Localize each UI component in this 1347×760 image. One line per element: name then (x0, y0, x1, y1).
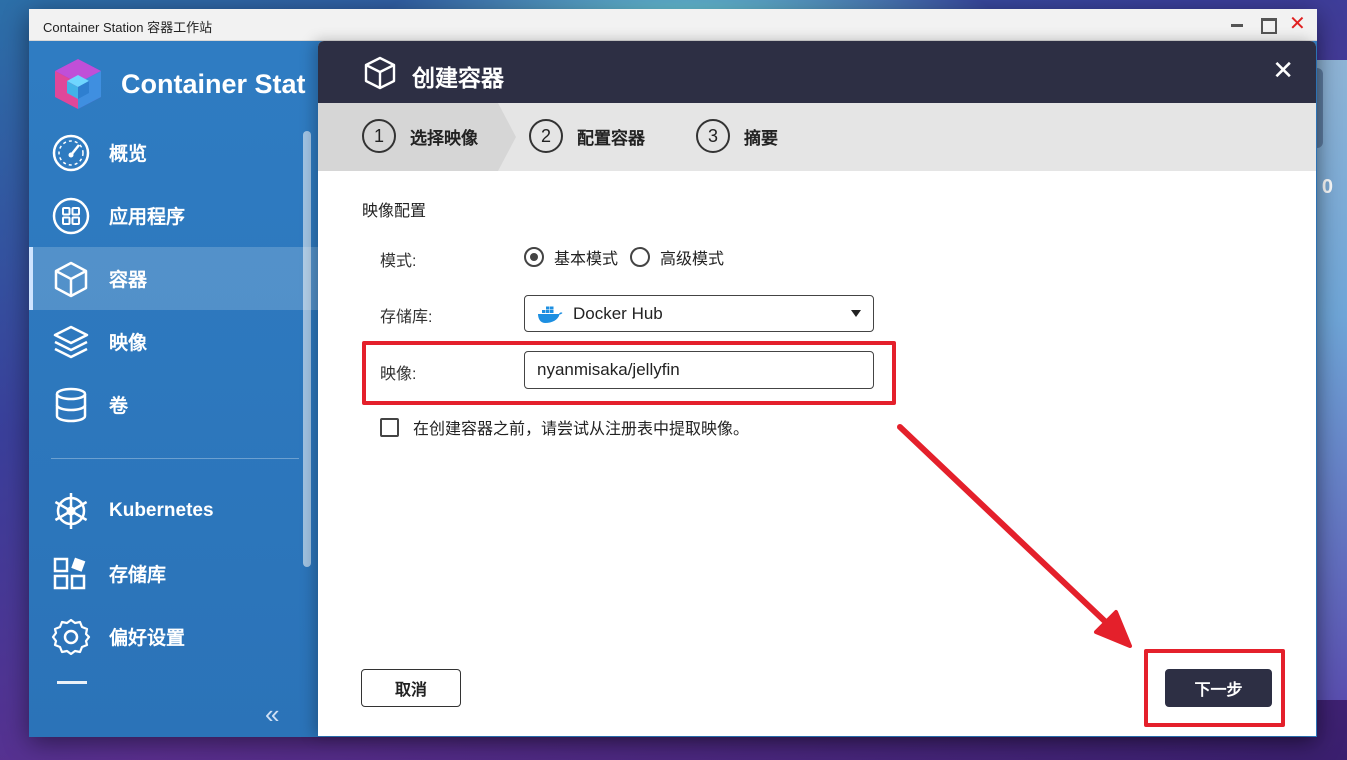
window-titlebar[interactable]: Container Station 容器工作站 ✕ (29, 9, 1317, 41)
pull-image-checkbox-row: 在创建容器之前，请尝试从注册表中提取映像。 (380, 415, 749, 439)
collapse-sidebar-icon[interactable]: « (265, 699, 279, 730)
dialog-title: 创建容器 (412, 65, 504, 91)
sidebar-nav: 概览 应用程序 容器 映像 卷 Kubernetes 存储库 偏好设置 (29, 121, 319, 668)
step-summary: 3 摘要 (696, 119, 778, 153)
section-title: 映像配置 (362, 203, 427, 220)
registry-value: Docker Hub (573, 303, 663, 323)
sidebar-item-kubernetes[interactable]: Kubernetes (29, 479, 319, 542)
step-number: 2 (529, 119, 563, 153)
sidebar: Container Stat 概览 应用程序 容器 映像 卷 Kubernete… (29, 41, 319, 737)
sidebar-item-registry[interactable]: 存储库 (29, 542, 319, 605)
sidebar-divider (51, 458, 299, 459)
cancel-button[interactable]: 取消 (361, 669, 461, 707)
image-field-highlight (362, 341, 896, 405)
window-controls: ✕ (1229, 14, 1306, 34)
maximize-icon[interactable] (1259, 16, 1277, 34)
sidebar-item-overview[interactable]: 概览 (29, 121, 319, 184)
step-label: 摘要 (744, 128, 778, 148)
sidebar-item-label: 偏好设置 (109, 628, 186, 649)
next-button-highlight (1144, 649, 1285, 727)
apps-grid-icon (52, 197, 90, 234)
registry-select[interactable]: Docker Hub (524, 295, 874, 332)
basic-mode-radio[interactable] (524, 247, 544, 267)
chevron-down-icon (851, 310, 861, 317)
close-window-icon[interactable]: ✕ (1289, 14, 1306, 34)
step-number: 3 (696, 119, 730, 153)
pull-image-checkbox[interactable] (380, 417, 399, 437)
repository-blocks-icon (53, 557, 86, 589)
dialog-header: 创建容器 ✕ (318, 41, 1316, 103)
container-station-logo-icon (55, 59, 101, 109)
advanced-mode-label[interactable]: 高级模式 (660, 245, 724, 269)
pull-image-label[interactable]: 在创建容器之前，请尝试从注册表中提取映像。 (413, 415, 749, 439)
cube-icon (364, 56, 396, 90)
sidebar-item-label: 容器 (109, 270, 148, 291)
wizard-steps: 1 选择映像 2 配置容器 3 摘要 (318, 103, 1316, 171)
sidebar-item-label: Kubernetes (109, 499, 214, 521)
close-icon[interactable]: ✕ (1272, 55, 1294, 86)
background-edge-text: 0 (1321, 176, 1333, 198)
cube-icon (54, 261, 88, 297)
mode-label: 模式: (380, 253, 417, 270)
registry-label: 存储库: (380, 309, 433, 326)
app-logo-row: Container Stat (51, 57, 306, 111)
dashboard-gauge-icon (52, 134, 90, 171)
sidebar-item-label: 应用程序 (109, 207, 186, 228)
kubernetes-helm-icon (54, 492, 88, 529)
sidebar-item-label: 映像 (109, 333, 148, 354)
sidebar-item-label: 概览 (109, 144, 148, 165)
sidebar-item-partial (57, 681, 87, 684)
sidebar-item-containers[interactable]: 容器 (29, 247, 319, 310)
window-title: Container Station 容器工作站 (43, 20, 213, 35)
layers-icon (53, 325, 89, 358)
docker-whale-icon (538, 306, 563, 323)
gear-icon (51, 618, 91, 655)
database-icon (55, 387, 87, 422)
sidebar-item-apps[interactable]: 应用程序 (29, 184, 319, 247)
active-step-arrow (498, 103, 516, 171)
step-number: 1 (362, 119, 396, 153)
sidebar-item-images[interactable]: 映像 (29, 310, 319, 373)
step-configure-container: 2 配置容器 (529, 119, 645, 153)
step-select-image: 1 选择映像 (362, 119, 478, 153)
minimize-icon[interactable] (1229, 16, 1245, 32)
advanced-mode-radio[interactable] (630, 247, 651, 267)
sidebar-item-preferences[interactable]: 偏好设置 (29, 605, 319, 668)
step-label: 选择映像 (410, 128, 478, 148)
step-label: 配置容器 (577, 128, 645, 148)
sidebar-scrollbar[interactable] (303, 131, 311, 567)
sidebar-item-label: 存储库 (109, 565, 167, 586)
sidebar-item-volumes[interactable]: 卷 (29, 373, 319, 436)
app-name: Container Stat (121, 68, 306, 99)
basic-mode-label[interactable]: 基本模式 (554, 245, 618, 269)
mode-radio-group: 基本模式 高级模式 (524, 245, 724, 269)
sidebar-item-label: 卷 (109, 396, 129, 417)
